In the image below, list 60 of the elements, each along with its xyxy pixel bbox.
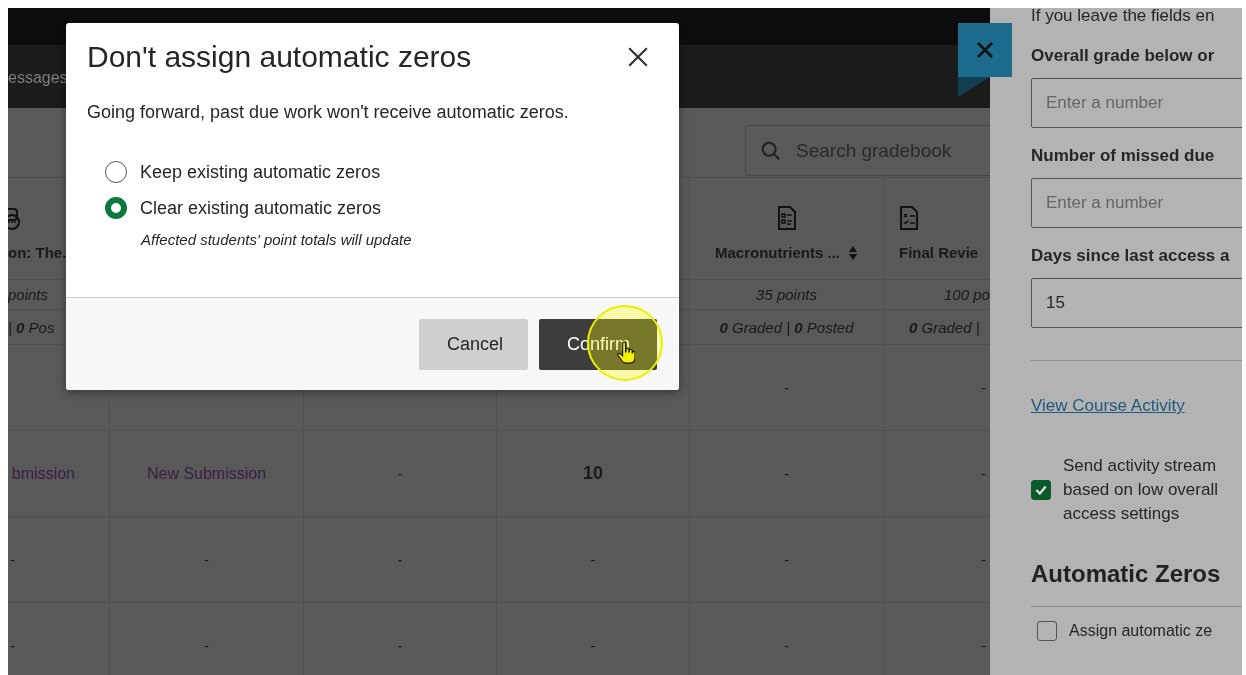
close-icon — [975, 40, 995, 60]
empty-grade: - — [784, 465, 789, 482]
empty-grade: - — [981, 637, 986, 654]
number-field[interactable]: 15 — [1031, 278, 1242, 328]
radio-button[interactable] — [105, 197, 127, 219]
checkbox[interactable] — [1037, 621, 1057, 641]
column-title: on: The. — [8, 244, 67, 261]
points-label: 35 points — [756, 286, 817, 303]
tab-fold — [958, 77, 990, 97]
sort-icon[interactable] — [848, 244, 858, 261]
field-label: Days since last access a — [1031, 246, 1231, 266]
section-heading: Automatic Zeros — [1031, 560, 1222, 588]
search-icon — [760, 139, 782, 162]
empty-grade: - — [590, 637, 596, 654]
dialog-message: Going forward, past due work won't receive automatic zeros. — [86, 101, 570, 123]
empty-grade: - — [590, 551, 596, 568]
course-activity-link[interactable]: View Course Activity — [1031, 396, 1185, 416]
checkbox-label: Send activity stream based on low overall access settings — [1063, 455, 1218, 525]
empty-grade: - — [204, 637, 209, 654]
graded-posted-count: | 0 Pos — [8, 318, 55, 336]
check-icon — [1034, 483, 1048, 497]
column-header[interactable]: Macronutrients ... — [690, 178, 884, 280]
points-label: points — [8, 286, 49, 303]
field-label: Number of missed due — [1031, 146, 1216, 166]
cancel-button[interactable]: Cancel — [419, 318, 528, 370]
empty-grade: - — [784, 379, 789, 396]
empty-grade: - — [397, 465, 403, 482]
graded-posted-count: 0 Graded | — [909, 318, 980, 336]
number-field[interactable]: Enter a number — [1031, 78, 1242, 128]
graded-posted-count: 0 Graded | 0 Posted — [719, 318, 854, 336]
empty-grade: - — [784, 551, 789, 568]
dialog-title: Don't assign automatic zeros — [87, 40, 472, 74]
checkbox-label: Assign automatic ze — [1069, 621, 1213, 641]
radio-button[interactable] — [105, 161, 127, 183]
checkbox[interactable] — [1031, 480, 1051, 500]
option-label: Keep existing automatic zeros — [140, 161, 381, 183]
panel-text: If you leave the fields en — [1031, 8, 1216, 26]
column-title: Final Revie — [899, 244, 979, 261]
option-label: Clear existing automatic zeros — [140, 197, 382, 219]
empty-grade: - — [981, 551, 986, 568]
empty-grade: - — [10, 637, 15, 654]
empty-grade: - — [10, 551, 15, 568]
close-icon — [627, 46, 649, 68]
document-icon — [776, 206, 797, 230]
empty-grade: - — [397, 551, 403, 568]
number-field[interactable]: Enter a number — [1031, 178, 1242, 228]
empty-grade: - — [784, 637, 789, 654]
grade-value: 10 — [583, 463, 603, 484]
option-note: Affected students' point totals will update — [139, 231, 413, 248]
column-title: Macronutrients ... — [715, 244, 840, 261]
checklist-document-icon — [899, 206, 919, 230]
empty-grade: - — [397, 637, 403, 654]
submission-link[interactable]: bmission — [11, 464, 75, 483]
submission-link[interactable]: New Submission — [146, 464, 267, 483]
points-label: 100 po — [944, 286, 990, 303]
empty-grade: - — [981, 379, 986, 396]
empty-grade: - — [981, 465, 986, 482]
nav-tab[interactable]: essages — [8, 69, 68, 87]
empty-grade: - — [204, 551, 209, 568]
field-label: Overall grade below or — [1031, 46, 1216, 66]
